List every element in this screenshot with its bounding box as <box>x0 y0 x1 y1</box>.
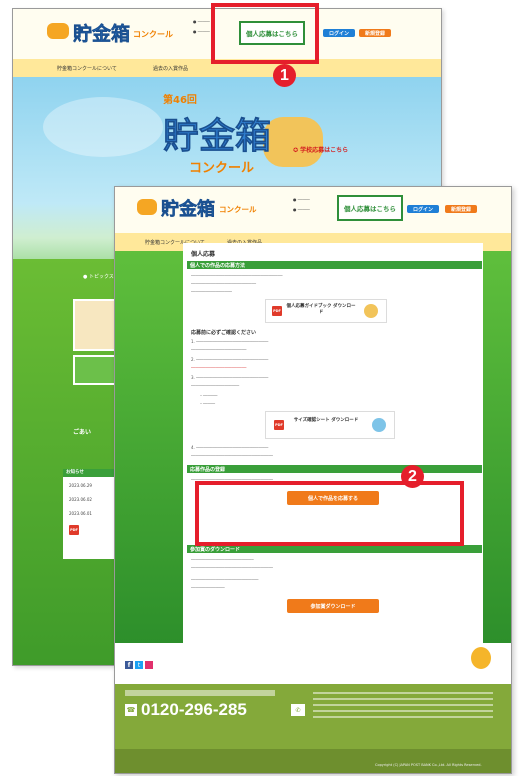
panel-title: 個人応募 <box>191 251 216 258</box>
pdf-icon: PDF <box>69 525 79 535</box>
individual-apply-button[interactable]: 個人応募はこちら <box>337 195 403 221</box>
register-button[interactable]: 新規登録 <box>359 29 391 37</box>
body-text-line: 1. ────────────────────────────── <box>191 339 269 344</box>
freedial-icon: ☎ <box>125 704 137 716</box>
copyright-text: Copyright (C) JAPAN POST BANK Co.,Ltd. A… <box>375 763 482 767</box>
twitter-icon[interactable]: t <box>135 661 143 669</box>
header-link-2: ● ───── <box>293 207 310 212</box>
body-text-line: 3. ────────────────────────────── <box>191 375 269 380</box>
pdf-icon: PDF <box>274 420 284 430</box>
size-sheet-download-label: サイズ確認シート ダウンロード <box>293 418 359 423</box>
hero-subtitle: コンクール <box>189 161 255 176</box>
guidebook-download-link[interactable]: PDF 個人応募ガイドブック ダウンロード <box>265 299 387 323</box>
body-text-line: ────────────────────────────────── <box>191 565 273 570</box>
mobile-icon: ✆ <box>291 704 305 716</box>
pdf-icon: PDF <box>272 306 282 316</box>
mascot-icon <box>372 418 386 432</box>
size-sheet-download-link[interactable]: PDF サイズ確認シート ダウンロード <box>265 411 395 439</box>
logo-badge-icon <box>47 23 69 39</box>
phone-number: 0120-296-285 <box>141 700 247 719</box>
warning-text-line: ─────────────────────── <box>191 365 247 370</box>
logo-title: 貯金箱 <box>161 199 216 221</box>
confirm-heading: 応募前に必ずご確認ください <box>191 330 257 336</box>
guidebook-download-label: 個人応募ガイドブック ダウンロード <box>286 304 356 315</box>
login-button[interactable]: ログイン <box>407 205 439 213</box>
body-text-line: ──────────────────────────── <box>191 577 259 582</box>
body-text-line: ──────────────────── <box>191 383 240 388</box>
cloud-shape <box>43 97 163 157</box>
front-page-screenshot: 貯金箱 コンクール ● ───── ● ───── 個人応募はこちら ログイン … <box>114 186 512 774</box>
header-link-1: ● ───── <box>293 197 310 202</box>
callout-number-1: 1 <box>273 64 296 87</box>
section-participation-header: 参加賞のダウンロード <box>187 545 482 553</box>
nav-item-past-works[interactable]: 過去の入賞作品 <box>153 65 188 72</box>
logo-subtitle: コンクール <box>133 30 173 39</box>
body-text-line: ・───── <box>199 401 216 406</box>
character-icon <box>263 117 323 167</box>
news-date-1: 2023.06.29 <box>69 483 92 488</box>
facebook-icon[interactable]: f <box>125 661 133 669</box>
footer-bottom: Copyright (C) JAPAN POST BANK Co.,Ltd. A… <box>115 749 511 773</box>
hero-title: 貯金箱 <box>163 116 272 158</box>
footer-title-line <box>125 690 275 696</box>
news-date-2: 2023.06.02 <box>69 497 92 502</box>
section-register-header: 応募作品の登録 <box>187 465 482 473</box>
school-apply-label: 学校応募はこちら <box>300 147 349 154</box>
notice-label: ごあい <box>73 429 92 436</box>
callout-box-1 <box>211 3 319 64</box>
body-text-line: ─────────────────────── <box>191 347 247 352</box>
logo-badge-icon <box>137 199 157 215</box>
section-method-header: 個人での作品の応募方法 <box>187 261 482 269</box>
logo-title: 貯金箱 <box>73 23 131 46</box>
footer-info-text <box>313 692 493 722</box>
topics-link[interactable]: ● トピックス <box>83 273 114 280</box>
login-button[interactable]: ログイン <box>323 29 355 37</box>
body-text-line: ────────────────────────────────────── <box>191 273 283 278</box>
body-text-line: ・────── <box>199 393 218 398</box>
content-panel: 個人応募 個人での作品の応募方法 ───────────────────────… <box>183 243 483 647</box>
nav-item-about[interactable]: 貯金箱コンクールについて <box>57 65 117 72</box>
hero-edition: 第46回 <box>163 95 197 106</box>
callout-box-2 <box>195 481 464 546</box>
school-apply-link[interactable]: ✪ 学校応募はこちら <box>293 145 348 154</box>
callout-number-2: 2 <box>401 465 424 488</box>
header-link-1: ● ───── <box>193 19 210 24</box>
body-text-line: ───────────────── <box>191 289 232 294</box>
body-text-line: 2. ────────────────────────────── <box>191 357 269 362</box>
body-text-line: 4. ────────────────────────────── <box>191 445 269 450</box>
mascot-icon <box>364 304 378 318</box>
body-text-line: ────────────────────────────────── <box>191 453 273 458</box>
body-text-line: ────────────────────────── <box>191 557 254 562</box>
header-link-2: ● ───── <box>193 29 210 34</box>
news-date-3: 2023.06.01 <box>69 511 92 516</box>
topics-label: トピックス <box>88 274 114 280</box>
body-text-line: ─────────────────────────── <box>191 281 257 286</box>
instagram-icon[interactable] <box>145 661 153 669</box>
front-header: 貯金箱 コンクール ● ───── ● ───── 個人応募はこちら ログイン … <box>115 187 511 233</box>
participation-download-button[interactable]: 参加賞ダウンロード <box>287 599 379 613</box>
logo-subtitle: コンクール <box>219 205 257 214</box>
register-button[interactable]: 新規登録 <box>445 205 477 213</box>
mascot-icon <box>471 647 491 669</box>
body-text-line: ────────────── <box>191 585 225 590</box>
